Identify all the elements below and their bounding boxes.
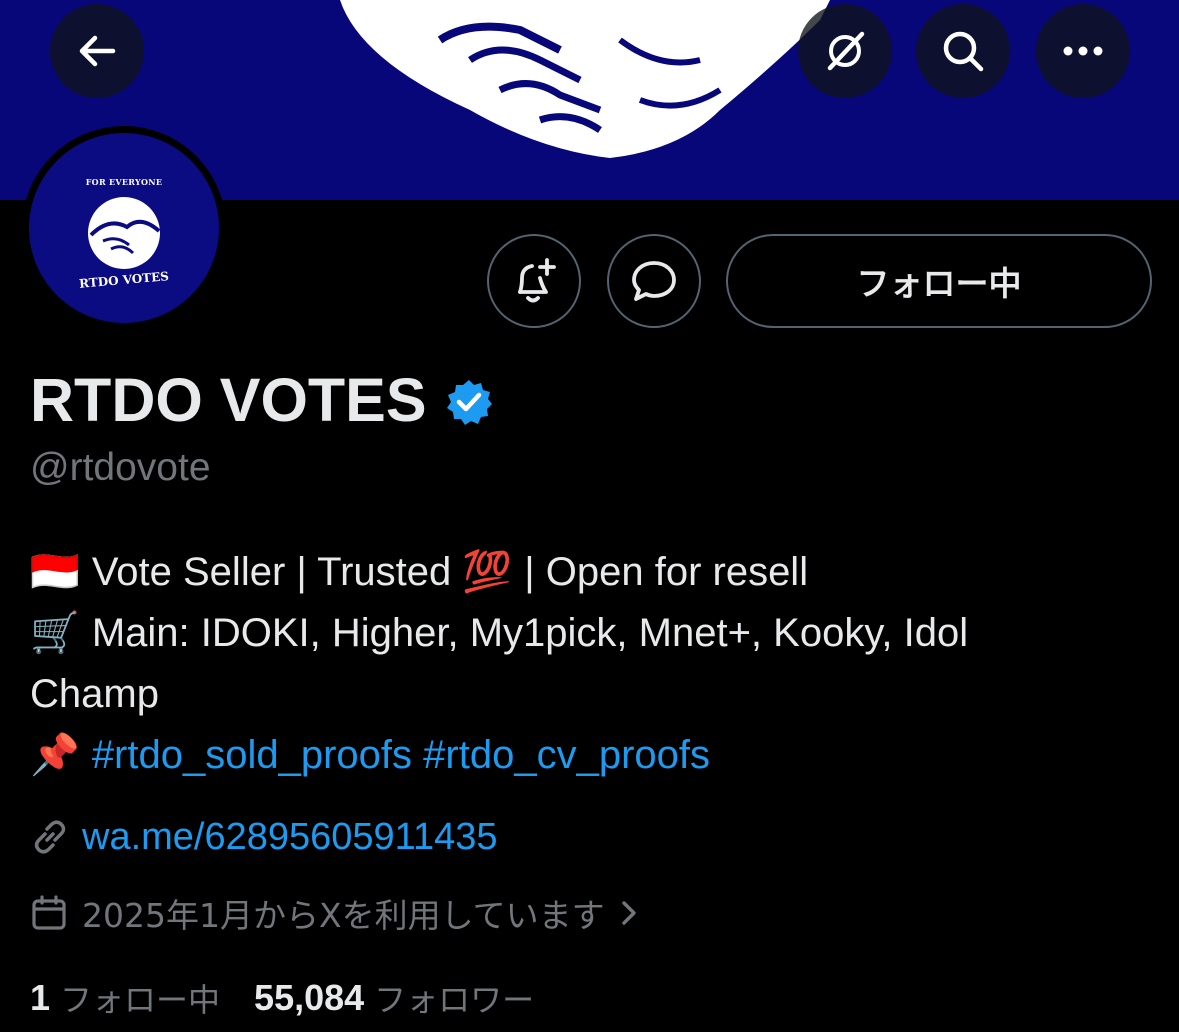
message-button[interactable] [607,234,701,328]
grok-button[interactable] [798,4,892,98]
shopping-cart-icon: 🛒 [30,610,80,656]
bio-line-1: 🇮🇩 Vote Seller | Trusted 💯 | Open for rese… [30,542,1150,603]
pushpin-icon: 📌 [30,732,80,778]
avatar-top-text: FOR EVERYONE [85,177,163,187]
joined-date[interactable]: 2025年1月からXを利用しています [30,888,643,938]
search-button[interactable] [916,4,1010,98]
bio-text: Main: IDOKI, Higher, My1pick, Mnet+, Koo… [91,611,969,655]
bio-text: | Open for resell [524,550,809,594]
grok-icon [827,31,865,71]
avatar-image: FOR EVERYONE RTDO VOTES [29,133,219,323]
search-icon [943,31,984,72]
profile-bio: 🇮🇩 Vote Seller | Trusted 💯 | Open for rese… [30,542,1150,786]
handshake-logo-icon [88,197,161,269]
following-label[interactable]: フォロー中 [60,975,220,1021]
chevron-right-icon [621,901,636,925]
bio-line-4: 📌 #rtdo_sold_proofs #rtdo_cv_proofs [30,725,1150,786]
calendar-icon [32,895,66,930]
more-icon [1063,46,1103,56]
display-name: RTDO VOTES [30,366,427,434]
following-button[interactable]: フォロー中 [726,234,1152,328]
arrow-left-icon [79,35,116,67]
bio-line-2: 🛒 Main: IDOKI, Higher, My1pick, Mnet+, Ko… [30,603,1150,664]
hashtag-link[interactable]: #rtdo_sold_proofs [92,733,412,777]
followers-label[interactable]: フォロワー [374,975,534,1021]
verified-badge-icon[interactable] [445,378,493,426]
message-icon [632,261,676,301]
bio-line-3: Champ [30,664,1150,725]
following-count[interactable]: 1 [30,977,50,1019]
profile-url[interactable]: wa.me/62895605911435 [30,810,498,864]
followers-count[interactable]: 55,084 [254,977,364,1019]
back-button[interactable] [50,4,144,98]
hashtag-link[interactable]: #rtdo_cv_proofs [423,733,710,777]
avatar-bottom-text: RTDO VOTES [78,269,170,291]
bell-plus-icon [518,258,556,303]
profile-name-row: RTDO VOTES [30,360,493,440]
bio-text: Champ [30,672,159,716]
profile-handle: @rtdovote [30,446,211,489]
notify-button[interactable] [487,234,581,328]
follow-stats: 1 フォロー中 55,084 フォロワー [30,970,534,1026]
profile-url-text[interactable]: wa.me/62895605911435 [82,816,498,859]
more-button[interactable] [1036,4,1130,98]
avatar[interactable]: FOR EVERYONE RTDO VOTES [22,126,226,330]
bio-text: Vote Seller | Trusted [91,550,452,594]
indonesia-flag-icon: 🇮🇩 [30,549,80,595]
following-button-label: フォロー中 [856,264,1022,303]
joined-date-text: 2025年1月からXを利用しています [82,896,605,935]
hundred-points-icon: 💯 [462,549,513,595]
link-icon [34,820,66,854]
